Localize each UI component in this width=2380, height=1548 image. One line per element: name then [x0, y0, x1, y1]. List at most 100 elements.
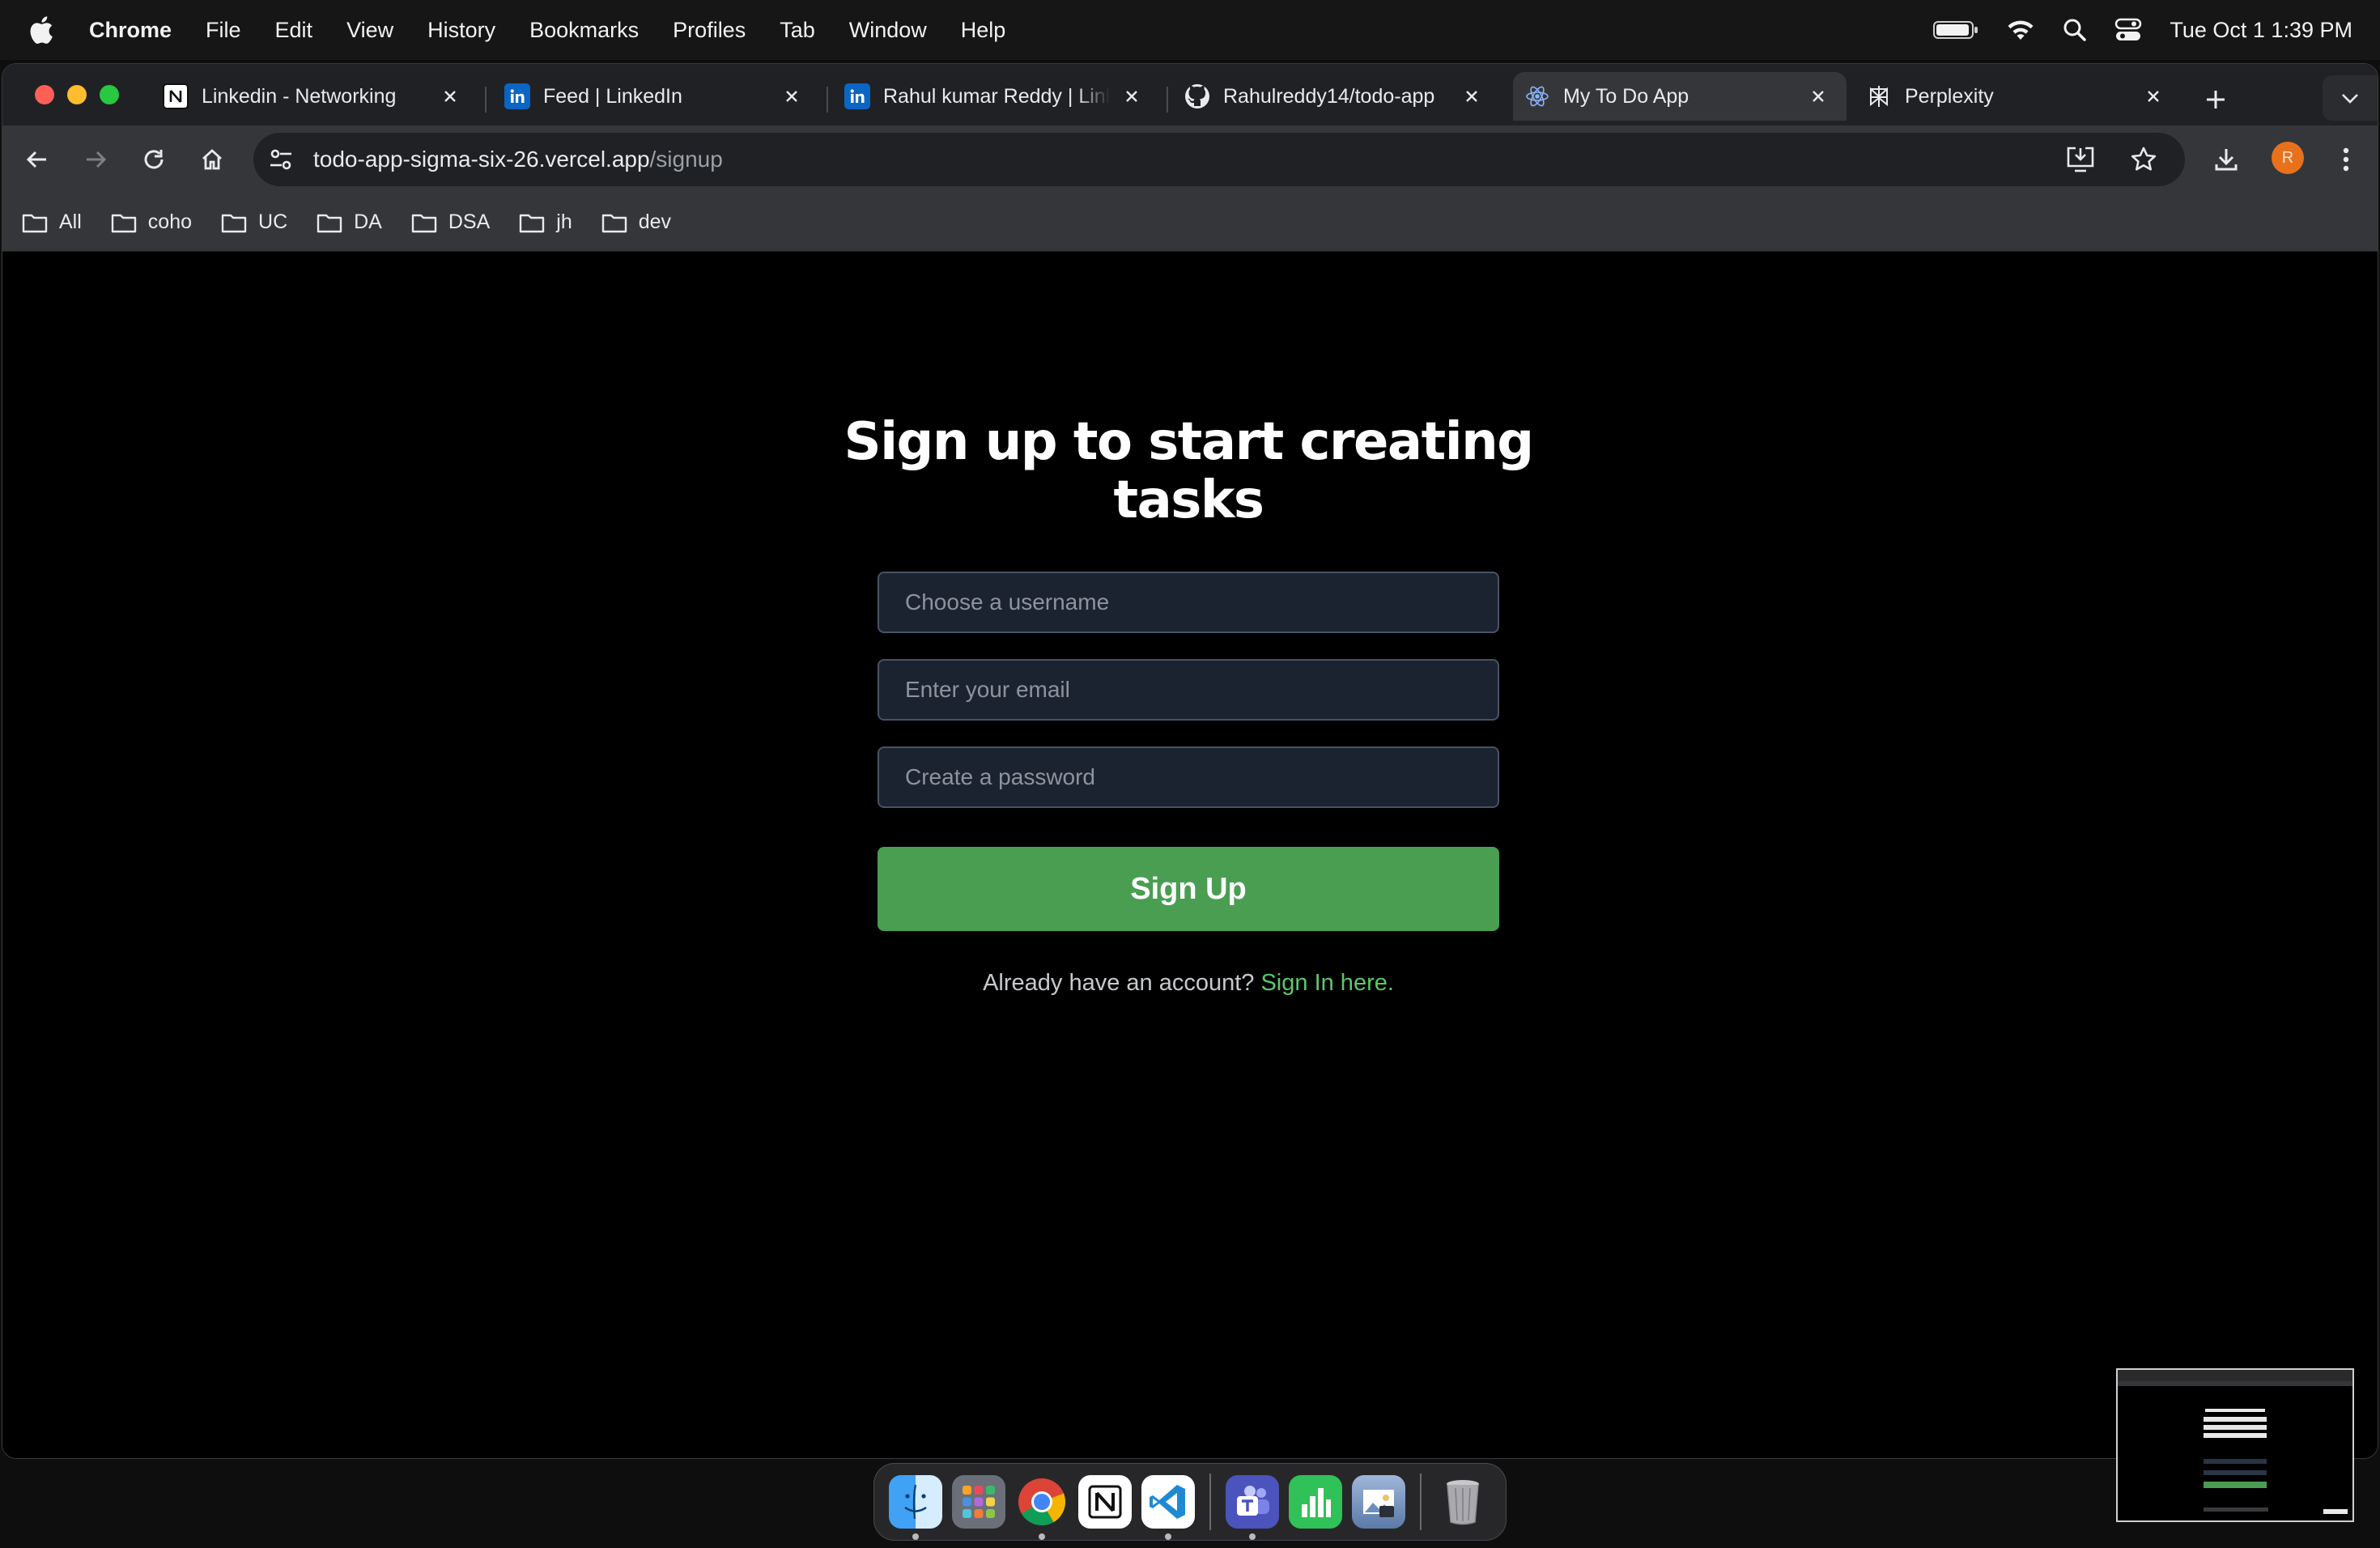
- folder-icon: [22, 214, 48, 232]
- folder-icon: [411, 214, 437, 232]
- username-input[interactable]: [878, 572, 1499, 633]
- password-input[interactable]: [878, 746, 1499, 808]
- menu-help[interactable]: Help: [961, 18, 1006, 43]
- tab-linkedin-networking[interactable]: Linkedin - Networking: [151, 72, 478, 121]
- perplexity-icon: [1866, 83, 1892, 109]
- url-host: todo-app-sigma-six-26.vercel.app: [313, 147, 650, 172]
- window-close-button[interactable]: [35, 85, 54, 104]
- install-app-icon[interactable]: [2060, 139, 2101, 180]
- menu-window[interactable]: Window: [849, 18, 927, 43]
- tab-title: Rahul kumar Reddy | LinkedIn: [883, 84, 1110, 108]
- account-prompt-text: Already have an account?: [983, 970, 1255, 996]
- window-controls: [35, 85, 119, 104]
- linkedin-icon: [504, 83, 530, 109]
- numbers-icon[interactable]: [1289, 1475, 1342, 1529]
- chrome-icon[interactable]: [1015, 1475, 1069, 1540]
- vscode-icon[interactable]: [1141, 1475, 1195, 1540]
- github-icon: [1184, 83, 1210, 109]
- signup-form: Sign up to start creating tasks Sign Up …: [844, 413, 1535, 997]
- tab-strip: Linkedin - Networking Feed | LinkedIn Ra…: [2, 64, 2378, 125]
- address-bar[interactable]: todo-app-sigma-six-26.vercel.app/signup: [253, 133, 2185, 186]
- menu-bar-clock[interactable]: Tue Oct 1 1:39 PM: [2170, 18, 2352, 43]
- bookmark-folder-jh[interactable]: jh: [519, 211, 572, 234]
- menu-bookmarks[interactable]: Bookmarks: [529, 18, 639, 43]
- tab-close-icon[interactable]: [1121, 86, 1142, 107]
- tab-linkedin-profile[interactable]: Rahul kumar Reddy | LinkedIn: [833, 72, 1160, 121]
- tab-search-chevron-down-icon[interactable]: [2323, 75, 2378, 121]
- window-zoom-button[interactable]: [100, 85, 119, 104]
- bookmark-label: jh: [556, 211, 572, 233]
- control-center-icon[interactable]: [2114, 18, 2142, 42]
- preview-icon[interactable]: [1352, 1475, 1405, 1529]
- forward-arrow-icon[interactable]: [75, 139, 116, 180]
- bookmark-label: dev: [638, 211, 672, 233]
- address-bar-url[interactable]: todo-app-sigma-six-26.vercel.app/signup: [313, 147, 723, 172]
- tab-my-to-do-app[interactable]: My To Do App: [1513, 72, 1847, 121]
- sign-in-link[interactable]: Sign In here.: [1260, 970, 1393, 996]
- trash-icon[interactable]: [1436, 1475, 1490, 1529]
- menu-view[interactable]: View: [346, 18, 393, 43]
- battery-icon[interactable]: [1933, 19, 1978, 40]
- tab-github-repo[interactable]: Rahulreddy14/todo-app: [1173, 72, 1500, 121]
- new-tab-plus-icon[interactable]: [2198, 82, 2233, 117]
- menu-file[interactable]: File: [206, 18, 241, 43]
- running-indicator: [912, 1533, 919, 1540]
- tab-close-icon[interactable]: [781, 86, 802, 107]
- home-icon[interactable]: [192, 139, 232, 180]
- page-title: Sign up to start creating tasks: [824, 413, 1553, 529]
- bookmark-folder-coho[interactable]: coho: [111, 211, 192, 234]
- tab-perplexity[interactable]: Perplexity: [1855, 72, 2182, 121]
- email-input[interactable]: [878, 659, 1499, 721]
- site-info-tune-icon[interactable]: [260, 138, 302, 181]
- folder-icon: [601, 214, 627, 232]
- tab-close-icon[interactable]: [2143, 86, 2164, 107]
- menu-profiles[interactable]: Profiles: [673, 18, 746, 43]
- profile-avatar[interactable]: R: [2272, 142, 2304, 174]
- screenshot-thumbnail[interactable]: [2116, 1368, 2354, 1522]
- finder-icon[interactable]: [889, 1475, 942, 1540]
- wifi-icon[interactable]: [2006, 19, 2035, 41]
- menu-edit[interactable]: Edit: [275, 18, 313, 43]
- tab-title: Linkedin - Networking: [202, 84, 397, 108]
- tab-title: Rahulreddy14/todo-app: [1223, 84, 1435, 108]
- bookmark-folder-all[interactable]: All: [22, 211, 82, 234]
- thumbnail-preview-icon: [2118, 1370, 2352, 1514]
- macos-dock: [873, 1463, 1507, 1541]
- back-arrow-icon[interactable]: [17, 139, 57, 180]
- tab-linkedin-feed[interactable]: Feed | LinkedIn: [493, 72, 820, 121]
- sign-up-button[interactable]: Sign Up: [878, 847, 1499, 931]
- notion-icon[interactable]: [1078, 1475, 1132, 1529]
- apple-icon[interactable]: [29, 15, 57, 45]
- tab-separator: [827, 87, 828, 113]
- more-vert-icon[interactable]: [2326, 139, 2366, 180]
- reload-icon[interactable]: [134, 139, 174, 180]
- running-indicator: [1249, 1533, 1256, 1540]
- bookmark-folder-dsa[interactable]: DSA: [411, 211, 490, 234]
- folder-icon: [111, 214, 136, 232]
- browser-toolbar: todo-app-sigma-six-26.vercel.app/signup …: [2, 125, 2378, 194]
- bookmark-label: DSA: [448, 211, 491, 233]
- bookmark-star-icon[interactable]: [2123, 139, 2164, 180]
- bookmark-folder-da[interactable]: DA: [317, 211, 382, 234]
- teams-icon[interactable]: [1226, 1475, 1279, 1540]
- tab-close-icon[interactable]: [1461, 86, 1482, 107]
- menu-tab[interactable]: Tab: [780, 18, 815, 43]
- bookmark-folder-dev[interactable]: dev: [601, 211, 671, 234]
- tab-close-icon[interactable]: [1808, 86, 1829, 107]
- spotlight-search-icon[interactable]: [2063, 18, 2087, 42]
- react-icon: [1524, 83, 1550, 109]
- downloads-icon[interactable]: [2206, 139, 2246, 180]
- linkedin-icon: [844, 83, 870, 109]
- tab-close-icon[interactable]: [440, 86, 461, 107]
- bookmark-label: All: [59, 211, 82, 233]
- menu-app-name[interactable]: Chrome: [89, 18, 172, 43]
- dock-divider: [1209, 1474, 1211, 1530]
- bookmarks-bar: All coho UC DA DSA jh dev: [2, 194, 2378, 252]
- menu-history[interactable]: History: [427, 18, 495, 43]
- page-title-line-1: Sign up to start creating: [844, 412, 1535, 472]
- window-minimize-button[interactable]: [67, 85, 87, 104]
- launchpad-icon[interactable]: [952, 1475, 1005, 1529]
- bookmark-folder-uc[interactable]: UC: [221, 211, 287, 234]
- macos-menu-bar: Chrome File Edit View History Bookmarks …: [0, 0, 2380, 60]
- tab-title: Perplexity: [1905, 84, 1994, 108]
